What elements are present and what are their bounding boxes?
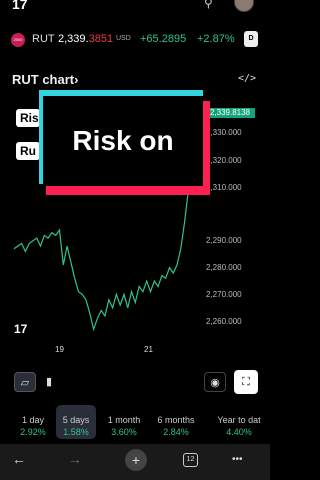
y-tick-label: 2,260.000 <box>206 317 242 326</box>
range-5d[interactable]: 5 days 1.58% <box>56 405 96 439</box>
camera-icon[interactable]: ◉ <box>204 372 226 392</box>
more-menu-icon[interactable]: ••• <box>232 454 243 465</box>
range-1d[interactable]: 1 day 2.92% <box>12 405 54 439</box>
y-tick-label: 2,270.000 <box>206 290 242 299</box>
range-value: 1.58% <box>63 427 89 437</box>
forward-arrow-icon[interactable]: → <box>68 451 82 467</box>
area-chart-icon[interactable]: ▱ <box>14 372 36 392</box>
label-chip: Ris <box>16 109 40 127</box>
x-tick-label: 21 <box>144 345 153 354</box>
range-label: 1 month <box>107 415 141 425</box>
range-label: 5 days <box>62 415 90 425</box>
range-label: Year to dat <box>217 415 261 425</box>
range-value: 2.92% <box>20 427 46 437</box>
range-1m[interactable]: 1 month 3.60% <box>102 405 146 439</box>
label-chip: Ru <box>16 142 40 160</box>
x-tick-label: 19 <box>55 345 64 354</box>
tradingview-watermark-icon: 17 <box>14 322 28 336</box>
range-value: 3.60% <box>111 427 137 437</box>
range-label: 6 months <box>157 415 195 425</box>
y-tick-label: 2,280.000 <box>206 263 242 272</box>
y-tick-label: 2,290.000 <box>206 236 242 245</box>
range-6m[interactable]: 6 months 2.84% <box>152 405 200 439</box>
tab-count-button[interactable]: 12 <box>183 453 198 467</box>
range-value: 4.40% <box>226 427 252 437</box>
candlestick-icon[interactable]: ▮ <box>38 372 60 392</box>
y-tick-label: 2,330.000 <box>206 128 242 137</box>
overlay-caption: Risk on <box>72 125 174 156</box>
range-ytd[interactable]: Year to dat 4.40% <box>210 405 268 439</box>
range-label: 1 day <box>21 415 45 425</box>
y-tick-label: 2,310.000 <box>206 183 242 192</box>
back-arrow-icon[interactable]: ← <box>12 451 26 467</box>
browser-toolbar: ← → + 12 ••• <box>0 444 270 480</box>
fullscreen-icon[interactable]: ⛶ <box>234 370 258 394</box>
last-price-label: 2,339.8138 <box>205 108 255 118</box>
new-tab-plus-icon[interactable]: + <box>125 449 147 471</box>
range-selector: 1 day 2.92% 5 days 1.58% 1 month 3.60% 6… <box>0 405 270 441</box>
y-tick-label: 2,320.000 <box>206 156 242 165</box>
range-value: 2.84% <box>163 427 189 437</box>
